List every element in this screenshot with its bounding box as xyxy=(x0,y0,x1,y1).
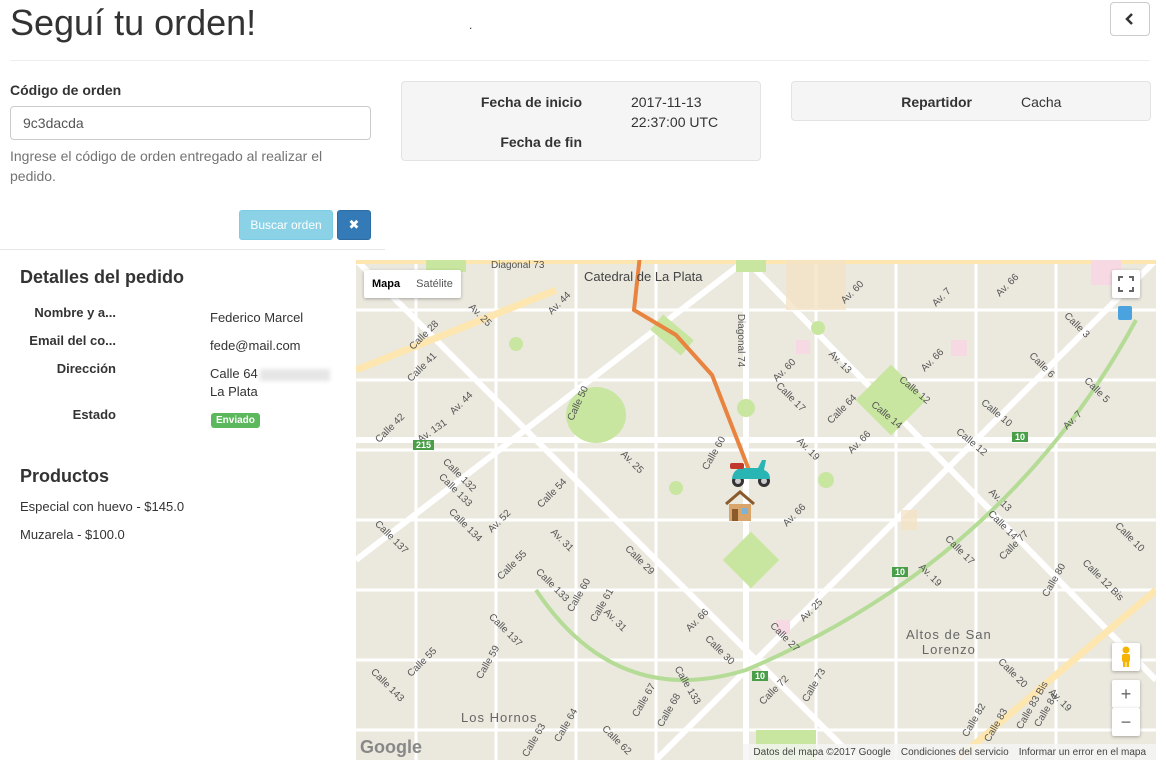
google-logo: Google xyxy=(360,737,422,758)
map-report-link[interactable]: Informar un error en el mapa xyxy=(1019,747,1146,758)
fullscreen-icon xyxy=(1118,276,1134,292)
transit-icon xyxy=(1118,306,1132,320)
map-terms-link[interactable]: Condiciones del servicio xyxy=(901,747,1009,758)
address-city: La Plata xyxy=(210,384,258,399)
place-altos-line1: Altos de San xyxy=(906,627,992,642)
dates-panel: Fecha de inicio 2017-11-13 22:37:00 UTC … xyxy=(401,81,761,161)
map-type-control: Mapa Satélite xyxy=(364,270,461,298)
form-divider xyxy=(0,249,385,250)
back-button[interactable] xyxy=(1110,2,1150,36)
clear-button[interactable]: ✖ xyxy=(337,210,371,240)
order-details-title: Detalles del pedido xyxy=(20,267,185,287)
google-logo-text: Google xyxy=(360,737,422,757)
place-hornos: Los Hornos xyxy=(461,710,538,725)
scooter-icon xyxy=(730,460,770,487)
route-badge: 10 xyxy=(892,567,909,577)
status-label: Estado xyxy=(72,407,116,422)
route-badge: 215 xyxy=(413,440,435,450)
street-label: Diagonal 74 xyxy=(735,313,747,368)
map-type-satellite[interactable]: Satélite xyxy=(408,270,461,298)
place-cathedral: Catedral de La Plata xyxy=(584,269,703,284)
address-street: Calle 64 xyxy=(210,366,258,381)
order-code-input[interactable] xyxy=(10,106,371,140)
map-data-credit[interactable]: Datos del mapa ©2017 Google xyxy=(753,747,890,758)
pegman-icon xyxy=(1122,646,1130,667)
redacted-number xyxy=(259,368,330,381)
page-title: Seguí tu orden! xyxy=(10,2,257,43)
address-value: Calle 64 La Plata xyxy=(210,365,330,401)
map-type-map[interactable]: Mapa xyxy=(364,270,408,298)
place-altos: Altos de San Lorenzo xyxy=(906,627,992,657)
start-date-value: 2017-11-13 xyxy=(631,94,702,110)
email-label: Email del co... xyxy=(29,333,116,348)
name-value: Federico Marcel xyxy=(210,310,304,325)
products-title: Productos xyxy=(20,466,110,486)
map-footer: Datos del mapa ©2017 Google Condiciones … xyxy=(743,744,1156,760)
start-time-value: 22:37:00 UTC xyxy=(631,114,719,130)
street-label: Diagonal 73 xyxy=(491,260,545,271)
address-label: Dirección xyxy=(56,361,116,376)
name-label: Nombre y a... xyxy=(34,305,116,320)
street-view-button[interactable] xyxy=(1112,643,1140,671)
fullscreen-button[interactable] xyxy=(1112,270,1140,298)
courier-value: Cacha xyxy=(1021,94,1062,110)
header-divider xyxy=(10,60,1150,61)
route-badge: 10 xyxy=(1012,432,1029,442)
search-order-button[interactable]: Buscar orden xyxy=(239,210,333,240)
end-date-label: Fecha de fin xyxy=(500,134,582,150)
stray-dot: . xyxy=(469,18,473,32)
product-item: Muzarela - $100.0 xyxy=(20,527,125,542)
start-date-label: Fecha de inicio xyxy=(480,94,582,110)
route-badge: 10 xyxy=(752,671,769,681)
close-icon: ✖ xyxy=(348,217,360,232)
chevron-left-icon xyxy=(1125,13,1133,25)
order-code-label: Código de orden xyxy=(10,82,122,98)
email-value: fede@mail.com xyxy=(210,338,301,353)
courier-panel: Repartidor Cacha xyxy=(791,81,1151,121)
status-badge: Enviado xyxy=(211,413,260,428)
zoom-in-button[interactable]: + xyxy=(1112,680,1140,708)
product-item: Especial con huevo - $145.0 xyxy=(20,499,185,514)
order-code-help: Ingrese el código de orden entregado al … xyxy=(10,148,323,184)
delivery-map[interactable]: Catedral de La Plata Altos de San Lorenzo… xyxy=(356,260,1156,760)
house-icon xyxy=(725,490,755,521)
zoom-out-button[interactable]: − xyxy=(1112,708,1140,736)
courier-label: Repartidor xyxy=(901,94,972,110)
place-altos-line2: Lorenzo xyxy=(921,642,976,657)
